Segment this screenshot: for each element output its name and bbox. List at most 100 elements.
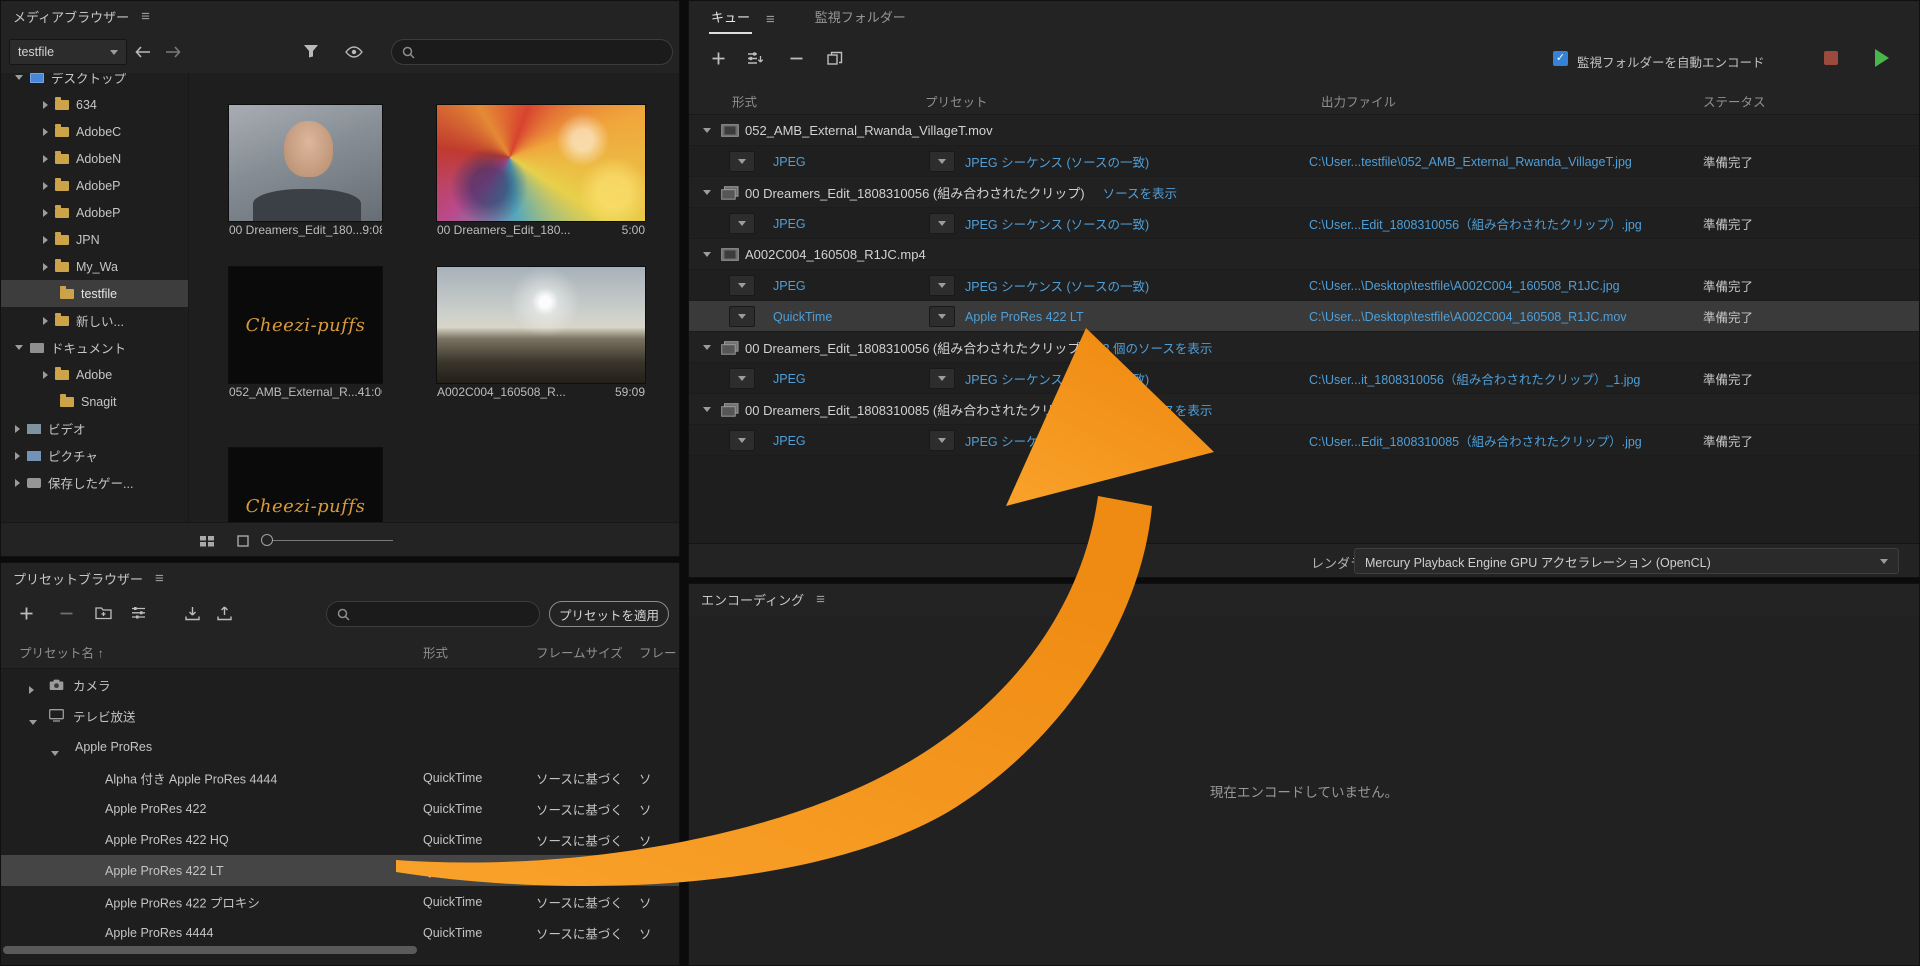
- export-preset-icon[interactable]: [217, 606, 232, 626]
- thumbnail-cheezi-video-2[interactable]: Cheezi-puffs: [229, 448, 382, 522]
- back-icon[interactable]: [135, 45, 151, 63]
- preset-dropdown[interactable]: [929, 368, 955, 389]
- chevron-right-icon[interactable]: [29, 686, 34, 694]
- chevron-right-icon[interactable]: [43, 236, 48, 244]
- tree-item-videos[interactable]: ビデオ: [1, 415, 188, 442]
- queue-encode-row[interactable]: JPEG JPEG シーケンス (ソースの一致) C:\User...testf…: [689, 146, 1919, 177]
- tree-item-folder[interactable]: Snagit: [1, 388, 188, 415]
- create-preset-group-icon[interactable]: [95, 606, 112, 625]
- format-link[interactable]: JPEG: [773, 270, 806, 301]
- preset-link[interactable]: JPEG シーケンス (ソースの一致): [965, 146, 1149, 177]
- tree-item-folder[interactable]: AdobeN: [1, 145, 188, 172]
- grid-view-icon[interactable]: [199, 534, 215, 552]
- preset-settings-icon[interactable]: [131, 606, 146, 625]
- format-link[interactable]: JPEG: [773, 363, 806, 394]
- format-dropdown[interactable]: [729, 430, 755, 451]
- queue-group-row[interactable]: 052_AMB_External_Rwanda_VillageT.mov: [689, 115, 1919, 146]
- import-preset-icon[interactable]: [185, 606, 200, 626]
- chevron-right-icon[interactable]: [43, 209, 48, 217]
- chevron-down-icon[interactable]: [703, 252, 711, 257]
- tab-queue[interactable]: キュー: [709, 0, 752, 35]
- chevron-right-icon[interactable]: [43, 155, 48, 163]
- tree-item-folder[interactable]: My_Wa: [1, 253, 188, 280]
- chevron-right-icon[interactable]: [43, 101, 48, 109]
- chevron-down-icon[interactable]: [51, 751, 59, 756]
- preset-group-apple-prores[interactable]: Apple ProRes: [1, 731, 679, 762]
- queue-group-row[interactable]: 00 Dreamers_Edit_1808310085 (組み合わされたクリップ…: [689, 394, 1919, 425]
- create-preset-icon[interactable]: [19, 606, 34, 626]
- tree-item-folder[interactable]: JPN: [1, 226, 188, 253]
- tree-item-folder[interactable]: AdobeP: [1, 199, 188, 226]
- tree-item-folder[interactable]: AdobeP: [1, 172, 188, 199]
- tree-item-folder[interactable]: AdobeC: [1, 118, 188, 145]
- tree-item-documents[interactable]: ドキュメント: [1, 334, 188, 361]
- tree-item-folder[interactable]: 634: [1, 91, 188, 118]
- auto-encode-checkbox[interactable]: [1553, 51, 1568, 66]
- apply-preset-button[interactable]: プリセットを適用: [549, 601, 669, 627]
- format-link[interactable]: QuickTime: [773, 301, 832, 332]
- output-file-link[interactable]: C:\User...\Desktop\testfile\A002C004_160…: [1309, 270, 1620, 301]
- chevron-right-icon[interactable]: [43, 182, 48, 190]
- tree-item-pictures[interactable]: ピクチャ: [1, 442, 188, 469]
- thumbnail-cheezi-video[interactable]: Cheezi-puffs: [229, 267, 382, 383]
- media-search-input[interactable]: [391, 39, 673, 65]
- thumbnail-collage-video[interactable]: [437, 105, 645, 221]
- chevron-down-icon[interactable]: [703, 407, 711, 412]
- panel-menu-icon[interactable]: ≡: [816, 592, 825, 607]
- column-frame-rate[interactable]: フレー: [639, 642, 677, 661]
- panel-menu-icon[interactable]: ≡: [155, 571, 164, 586]
- queue-encode-row[interactable]: JPEG JPEG シーケンス (ソースの一致) C:\User...it_18…: [689, 363, 1919, 394]
- format-link[interactable]: JPEG: [773, 208, 806, 239]
- tree-item-desktop[interactable]: デスクトップ: [1, 73, 188, 91]
- column-format[interactable]: 形式: [423, 642, 448, 661]
- preset-dropdown[interactable]: [929, 306, 955, 327]
- panel-menu-icon[interactable]: ≡: [766, 12, 775, 27]
- tab-watch-folders[interactable]: 監視フォルダー: [813, 0, 908, 35]
- single-view-icon[interactable]: [237, 534, 249, 552]
- format-link[interactable]: JPEG: [773, 146, 806, 177]
- preset-row[interactable]: Apple ProRes 422 プロキシQuickTimeソースに基づくソ: [1, 886, 679, 917]
- preset-row-selected[interactable]: Apple ProRes 422 LTQuickTimeソースに基づくソ: [1, 855, 679, 886]
- output-file-link[interactable]: C:\User...it_1808310056（組み合わされたクリップ）_1.j…: [1309, 363, 1640, 394]
- preset-dropdown[interactable]: [929, 275, 955, 296]
- preset-link[interactable]: JPEG シーケンス (ソースの一致): [965, 208, 1149, 239]
- tree-item-folder[interactable]: 新しい...: [1, 307, 188, 334]
- output-file-link[interactable]: C:\User...testfile\052_AMB_External_Rwan…: [1309, 146, 1632, 177]
- preset-row[interactable]: Alpha 付き Apple ProRes 4444QuickTimeソースに基…: [1, 762, 679, 793]
- queue-group-row[interactable]: 00 Dreamers_Edit_1808310056 (組み合わされたクリップ…: [689, 177, 1919, 208]
- show-sources-link[interactable]: 3 個のソースを表示: [1103, 338, 1213, 357]
- preset-dropdown[interactable]: [929, 430, 955, 451]
- panel-menu-icon[interactable]: ≡: [141, 9, 150, 24]
- scrollbar-thumb[interactable]: [3, 946, 417, 954]
- chevron-right-icon[interactable]: [15, 425, 20, 433]
- preset-group-camera[interactable]: カメラ: [1, 669, 679, 700]
- format-link[interactable]: JPEG: [773, 425, 806, 456]
- show-sources-link[interactable]: 4 個のソースを表示: [1103, 400, 1213, 419]
- thumbnail-panorama-video[interactable]: [437, 267, 645, 383]
- filter-icon[interactable]: [303, 44, 319, 63]
- format-dropdown[interactable]: [729, 275, 755, 296]
- chevron-down-icon[interactable]: [703, 345, 711, 350]
- chevron-down-icon[interactable]: [15, 75, 23, 80]
- thumbnail-face-video[interactable]: [229, 105, 382, 221]
- zoom-slider-knob[interactable]: [261, 534, 273, 546]
- queue-encode-row[interactable]: JPEG JPEG シーケンス (ソースの一致) C:\User...Edit_…: [689, 208, 1919, 239]
- format-dropdown[interactable]: [729, 306, 755, 327]
- chevron-down-icon[interactable]: [15, 345, 23, 350]
- output-file-link[interactable]: C:\User...Edit_1808310085（組み合わされたクリップ）.j…: [1309, 425, 1642, 456]
- chevron-right-icon[interactable]: [43, 371, 48, 379]
- preset-link[interactable]: JPEG シーケンス (ソースの一致): [965, 425, 1149, 456]
- renderer-dropdown[interactable]: Mercury Playback Engine GPU アクセラレーション (O…: [1354, 548, 1899, 574]
- tree-item-testfile-selected[interactable]: testfile: [1, 280, 188, 307]
- queue-encode-row[interactable]: JPEG JPEG シーケンス (ソースの一致) C:\User...Edit_…: [689, 425, 1919, 456]
- preset-link[interactable]: Apple ProRes 422 LT: [965, 301, 1084, 332]
- show-source-link[interactable]: ソースを表示: [1103, 183, 1177, 202]
- column-frame-size[interactable]: フレームサイズ: [536, 642, 623, 661]
- format-dropdown[interactable]: [729, 151, 755, 172]
- chevron-right-icon[interactable]: [15, 452, 20, 460]
- stop-queue-button[interactable]: [1824, 51, 1838, 65]
- add-output-icon[interactable]: [747, 51, 764, 71]
- chevron-right-icon[interactable]: [15, 479, 20, 487]
- chevron-right-icon[interactable]: [43, 128, 48, 136]
- queue-encode-row-selected[interactable]: QuickTime Apple ProRes 422 LT C:\User...…: [689, 301, 1919, 332]
